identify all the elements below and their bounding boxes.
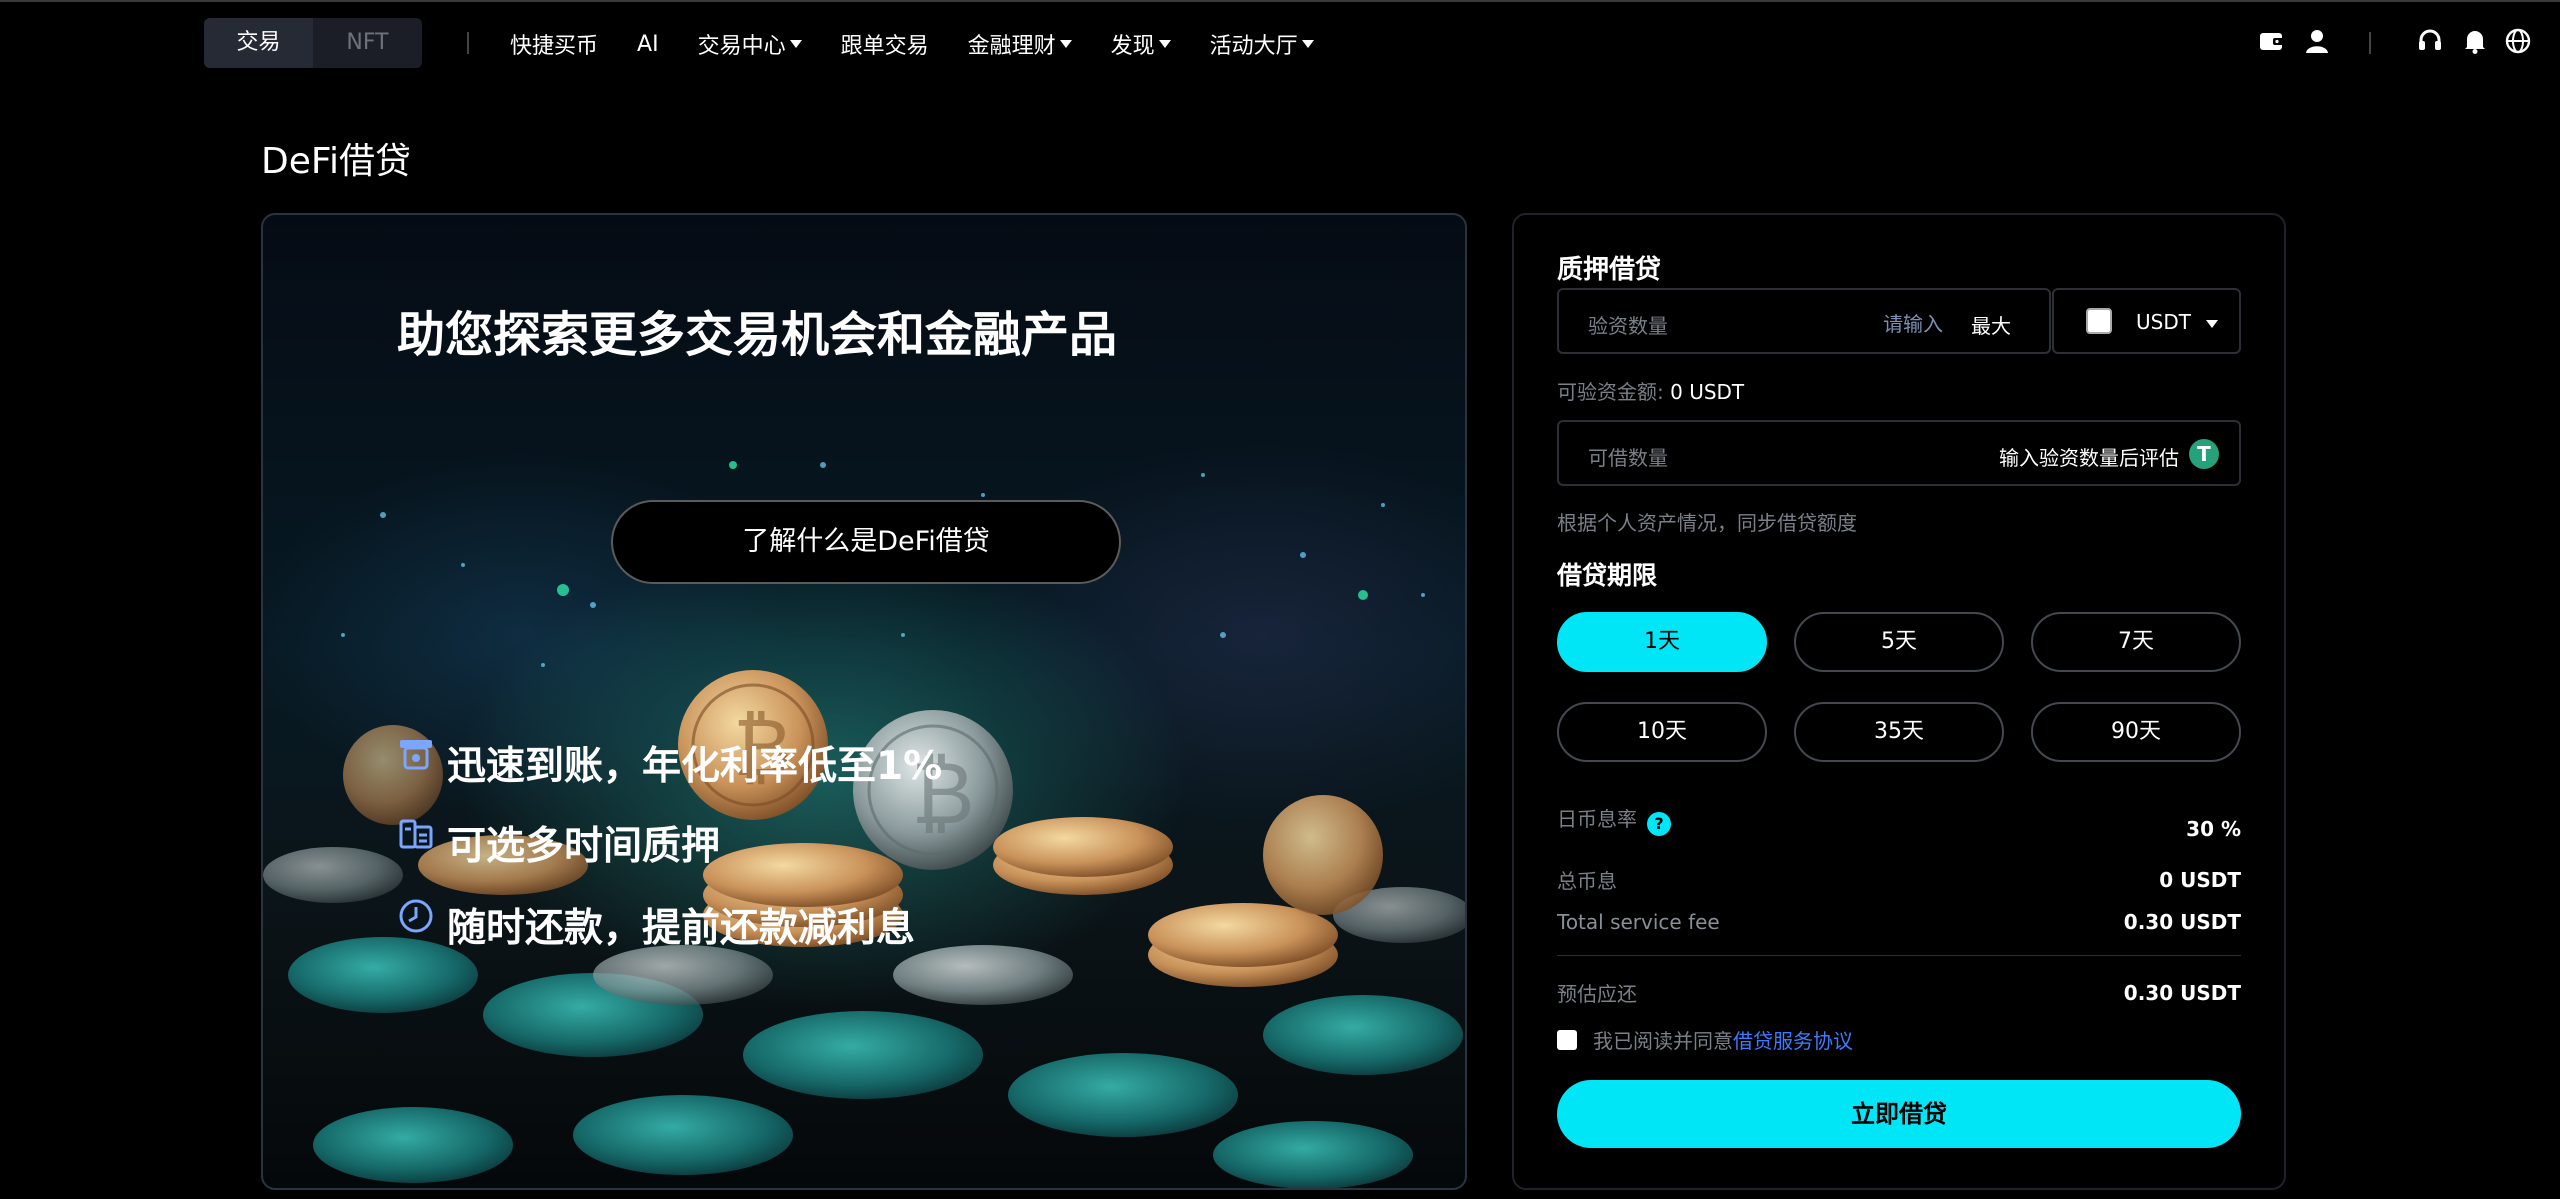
menu-copy-trading[interactable]: 跟单交易 — [841, 28, 929, 60]
deposit-icon — [397, 740, 439, 784]
borrowable-placeholder: 可借数量 — [1588, 446, 1668, 470]
stack-icon — [397, 819, 439, 864]
coin-label: USDT — [2136, 310, 2191, 334]
page-title: DeFi借贷 — [261, 141, 411, 182]
feature-fast-arrival: 迅速到账，年化利率低至1% — [397, 735, 942, 791]
learn-defi-button[interactable]: 了解什么是DeFi借贷 — [611, 500, 1121, 584]
top-navigation: 交易 NFT 快捷买币 AI 交易中心 跟单交易 金融理财 发现 活动大厅 — [0, 0, 2560, 86]
coin-logo-icon — [2086, 308, 2112, 334]
service-fee-row: Total service fee 0.30 USDT — [1557, 910, 2241, 934]
max-button[interactable]: 最大 — [1971, 310, 2011, 339]
estimated-repay-row: 预估应还 0.30 USDT — [1557, 980, 2241, 1007]
loan-agreement-link[interactable]: 借贷服务协议 — [1733, 1025, 1853, 1054]
chevron-down-icon — [789, 40, 802, 48]
globe-icon[interactable] — [2503, 26, 2533, 56]
user-icon[interactable] — [2302, 26, 2332, 56]
daily-rate-row: 日币息率 ? 30 % — [1557, 806, 2241, 842]
menu-events[interactable]: 活动大厅 — [1210, 28, 1314, 60]
chevron-down-icon — [1158, 40, 1171, 48]
chevron-down-icon — [2206, 320, 2218, 328]
menu-discover[interactable]: 发现 — [1111, 28, 1171, 60]
coin-select[interactable]: USDT — [2052, 288, 2241, 354]
tab-trade[interactable]: 交易 — [204, 18, 313, 68]
total-interest-row: 总币息 0 USDT — [1557, 867, 2241, 894]
chevron-down-icon — [1059, 40, 1072, 48]
chevron-down-icon — [1301, 40, 1314, 48]
feature-early-repay: 随时还款，提前还款减利息 — [397, 897, 915, 953]
term-option-1d[interactable]: 1天 — [1557, 612, 1767, 672]
borrow-now-button[interactable]: 立即借贷 — [1557, 1080, 2241, 1148]
collateral-placeholder: 验资数量 — [1588, 314, 1668, 338]
available-balance: 可验资金额: 0 USDT — [1557, 380, 1745, 404]
wallet-icon[interactable] — [2257, 26, 2287, 56]
bell-icon[interactable] — [2460, 26, 2490, 56]
feature-flexible-term: 可选多时间质押 — [397, 815, 720, 871]
term-option-7d[interactable]: 7天 — [2031, 612, 2241, 672]
term-option-35d[interactable]: 35天 — [1794, 702, 2004, 762]
term-option-90d[interactable]: 90天 — [2031, 702, 2241, 762]
menu-quick-buy[interactable]: 快捷买币 — [510, 28, 598, 60]
help-icon[interactable]: ? — [1647, 812, 1671, 836]
divider — [1557, 955, 2241, 956]
term-title: 借贷期限 — [1557, 561, 1658, 590]
headset-icon[interactable] — [2415, 26, 2445, 56]
term-option-10d[interactable]: 10天 — [1557, 702, 1767, 762]
clock-icon — [397, 899, 439, 946]
tether-icon: T — [2189, 439, 2219, 469]
agreement-row: 我已阅读并同意 借贷服务协议 — [1557, 1025, 1853, 1054]
credit-note: 根据个人资产情况，同步借贷额度 — [1557, 511, 1857, 535]
menu-ai[interactable]: AI — [637, 32, 659, 57]
borrowable-hint: 输入验资数量后评估 — [1999, 446, 2179, 470]
nav-divider — [2369, 32, 2371, 54]
hero-headline: 助您探索更多交易机会和金融产品 — [397, 307, 1118, 363]
tab-nft[interactable]: NFT — [313, 18, 422, 68]
loan-panel: 质押借贷 验资数量 请输入 最大 USDT 可验资金额: 0 USDT 可借数量… — [1512, 213, 2286, 1190]
trade-nft-switch: 交易 NFT — [204, 18, 422, 68]
nav-divider — [467, 32, 469, 54]
menu-trade-center[interactable]: 交易中心 — [698, 28, 802, 60]
term-option-5d[interactable]: 5天 — [1794, 612, 2004, 672]
borrowable-amount-field[interactable]: 可借数量 输入验资数量后评估 T — [1557, 420, 2241, 486]
panel-title: 质押借贷 — [1557, 255, 1662, 285]
agree-checkbox[interactable] — [1557, 1029, 1577, 1050]
collateral-hint: 请输入 — [1883, 312, 1943, 336]
main-menu: 快捷买币 AI 交易中心 跟单交易 金融理财 发现 活动大厅 — [510, 28, 1353, 60]
menu-finance[interactable]: 金融理财 — [968, 28, 1072, 60]
hero-banner: ₿ ₿ 助您探索更多交易机会和金融产品 了解什么是DeFi借贷 迅速到账，年化利… — [261, 213, 1467, 1190]
collateral-amount-field[interactable]: 验资数量 请输入 最大 — [1557, 288, 2051, 354]
